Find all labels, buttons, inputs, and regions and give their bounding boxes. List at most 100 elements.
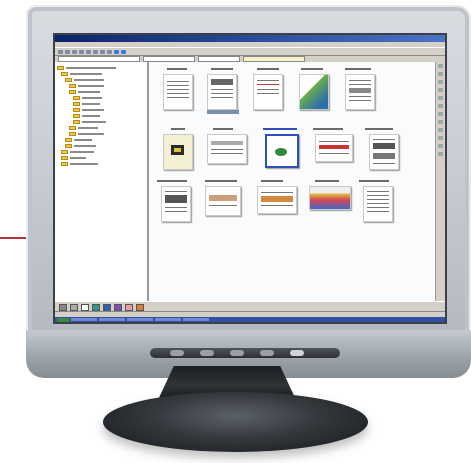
main-content: [55, 62, 445, 302]
document-thumbnail[interactable]: [253, 74, 283, 110]
document-thumbnail[interactable]: [369, 134, 399, 170]
folder-icon: [73, 96, 80, 100]
tree-label: [66, 67, 116, 69]
taskbar-item[interactable]: [155, 318, 181, 321]
taskbar-item[interactable]: [71, 318, 97, 321]
power-button[interactable]: [290, 350, 304, 356]
toolbar-button[interactable]: [72, 49, 77, 54]
vertical-scrollbar[interactable]: [435, 62, 445, 302]
thumbnail-caption: [157, 180, 187, 182]
monitor-screen: [53, 33, 447, 324]
thumbnail-caption: [257, 68, 279, 70]
folder-icon: [69, 84, 76, 88]
folder-icon: [73, 102, 80, 106]
taskbar-item[interactable]: [183, 318, 209, 321]
document-thumbnail[interactable]: [299, 74, 329, 110]
tree-label: [82, 109, 104, 111]
tree-label: [74, 145, 96, 147]
monitor-button[interactable]: [170, 350, 184, 356]
thumbnail-caption: [205, 180, 237, 182]
start-button[interactable]: [57, 317, 69, 322]
monitor-button[interactable]: [260, 350, 274, 356]
toolbar-button[interactable]: [100, 49, 105, 54]
thumbnail-caption: [213, 128, 233, 130]
toolbar-button[interactable]: [86, 49, 91, 54]
thumbnail-caption: [365, 128, 393, 130]
thumbnail-caption: [211, 68, 233, 70]
tree-label: [82, 103, 100, 105]
thumbnail-caption: [345, 68, 371, 70]
document-thumbnail[interactable]: [363, 186, 393, 222]
document-thumbnail[interactable]: [207, 134, 247, 164]
toolbar-button[interactable]: [114, 49, 119, 54]
app-icon[interactable]: [81, 303, 89, 311]
thumbnail-view: [149, 62, 445, 302]
folder-icon: [73, 120, 80, 124]
tree-label: [74, 79, 104, 81]
tree-label: [78, 133, 104, 135]
folder-icon: [73, 108, 80, 112]
folder-icon: [65, 78, 72, 82]
tree-label: [82, 115, 100, 117]
tree-label: [78, 127, 98, 129]
folder-icon: [57, 66, 64, 70]
folder-tree: [55, 62, 149, 302]
toolbar-button[interactable]: [58, 49, 63, 54]
toolbar-button[interactable]: [79, 49, 84, 54]
tree-label: [70, 163, 98, 165]
folder-icon: [69, 126, 76, 130]
thumbnail-toolbar[interactable]: [207, 110, 239, 114]
document-thumbnail[interactable]: [161, 186, 191, 222]
thumbnail-caption: [261, 180, 283, 182]
monitor-button[interactable]: [200, 350, 214, 356]
app-icon[interactable]: [92, 303, 100, 311]
window-titlebar: [55, 35, 445, 42]
tree-label: [78, 91, 100, 93]
thumbnail-caption: [359, 180, 389, 182]
thumbnail-caption: [171, 128, 185, 130]
document-thumbnail[interactable]: [207, 74, 237, 110]
document-thumbnail[interactable]: [163, 74, 193, 110]
tree-item[interactable]: [57, 161, 145, 167]
tree-label: [70, 157, 86, 159]
monitor-base: [103, 392, 368, 452]
document-thumbnail-selected[interactable]: [265, 134, 299, 168]
folder-icon: [61, 162, 68, 166]
taskbar-item[interactable]: [127, 318, 153, 321]
toolbar-button[interactable]: [121, 49, 126, 54]
taskbar-item[interactable]: [99, 318, 125, 321]
toolbar-button[interactable]: [93, 49, 98, 54]
tree-label: [82, 121, 106, 123]
app-icon[interactable]: [136, 303, 144, 311]
document-thumbnail[interactable]: [309, 186, 351, 210]
app-icon[interactable]: [103, 303, 111, 311]
thumbnail-caption: [315, 180, 339, 182]
toolbar-button[interactable]: [65, 49, 70, 54]
document-thumbnail[interactable]: [163, 134, 193, 170]
tree-label: [74, 139, 92, 141]
app-icon[interactable]: [114, 303, 122, 311]
document-thumbnail[interactable]: [257, 186, 297, 214]
document-thumbnail[interactable]: [345, 74, 375, 110]
folder-icon: [69, 132, 76, 136]
thumbnail-caption: [313, 128, 343, 130]
monitor-button[interactable]: [230, 350, 244, 356]
taskbar: [55, 317, 445, 322]
tree-label: [82, 97, 102, 99]
folder-icon: [61, 150, 68, 154]
toolbar-button[interactable]: [107, 49, 112, 54]
tree-label: [78, 85, 104, 87]
folder-icon: [65, 138, 72, 142]
thumbnail-caption: [167, 68, 187, 70]
app-icon[interactable]: [59, 303, 67, 311]
document-thumbnail[interactable]: [315, 134, 353, 162]
document-thumbnail[interactable]: [205, 186, 241, 216]
folder-icon: [65, 144, 72, 148]
toolbar: [55, 47, 445, 56]
folder-icon: [69, 90, 76, 94]
folder-icon: [73, 114, 80, 118]
app-icon[interactable]: [70, 303, 78, 311]
tree-label: [70, 151, 94, 153]
app-icon[interactable]: [125, 303, 133, 311]
folder-icon: [61, 72, 68, 76]
